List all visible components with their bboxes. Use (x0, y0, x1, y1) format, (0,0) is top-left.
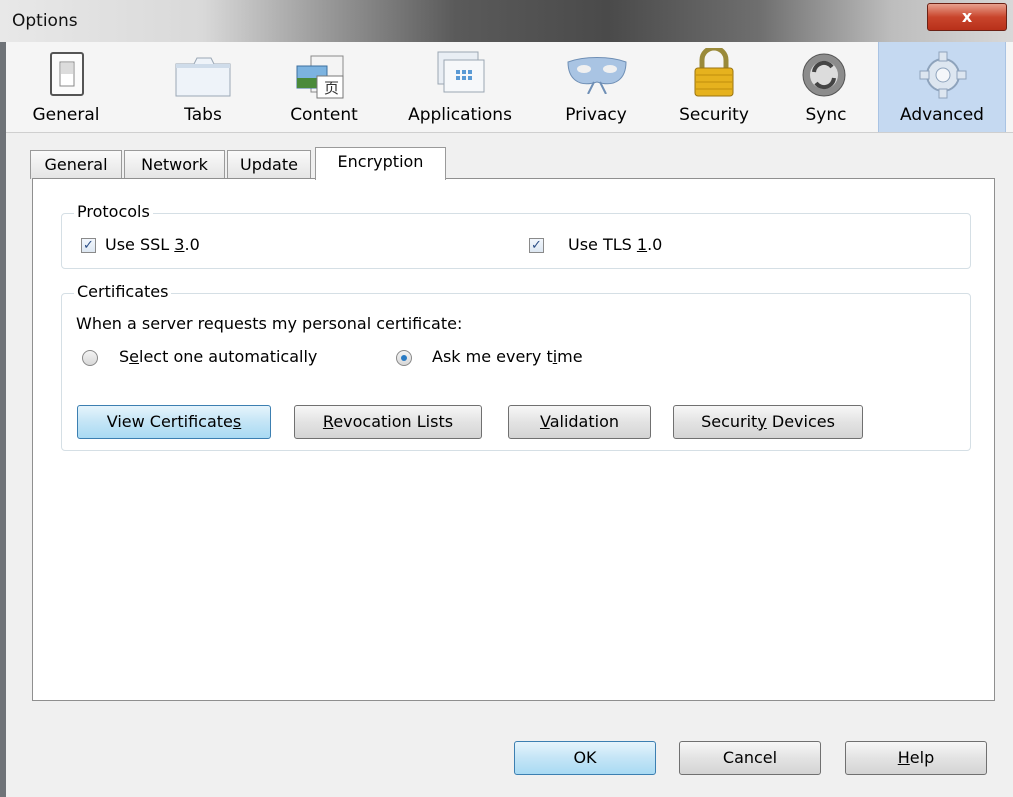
certificates-title: Certificates (74, 282, 172, 301)
devices-label-text: Securit (701, 412, 758, 431)
help-accesskey: H (897, 748, 910, 767)
window-title: Options (12, 11, 78, 31)
revocation-lists-button[interactable]: Revocation Lists (294, 405, 482, 439)
ok-button[interactable]: OK (514, 741, 656, 775)
gear-icon (917, 50, 969, 104)
tabs-icon (174, 56, 232, 102)
sync-icon (800, 52, 848, 102)
pane-label: Advanced (900, 105, 984, 125)
ask-every-time-label[interactable]: Ask me every time (432, 347, 583, 366)
validation-accesskey: V (539, 412, 550, 431)
validation-button[interactable]: Validation (508, 405, 651, 439)
ask-label-text: Ask me every t (432, 347, 553, 366)
pane-privacy[interactable]: Privacy (546, 42, 646, 132)
select-automatically-radio[interactable] (82, 350, 98, 366)
pane-label: Content (290, 105, 358, 125)
tls-label-suffix: .0 (647, 235, 663, 254)
pane-label: Applications (408, 105, 512, 125)
validation-label-text: alidation (549, 412, 619, 431)
tab-network[interactable]: Network (124, 150, 225, 179)
ssl-label[interactable]: Use SSL 3.0 (105, 235, 200, 254)
options-window: Options x General Tabs 页 Content Applica… (0, 0, 1013, 797)
tls-checkbox[interactable]: ✓ (529, 238, 544, 253)
pane-label: Tabs (184, 105, 222, 125)
tab-encryption[interactable]: Encryption (315, 147, 446, 180)
view-accesskey: s (232, 412, 242, 431)
lock-icon (692, 45, 736, 102)
revocation-label-text: evocation Lists (333, 412, 454, 431)
security-devices-button[interactable]: Security Devices (673, 405, 863, 439)
tls-label-text: Use TLS (568, 235, 637, 254)
preferences-toolbar: General Tabs 页 Content Applications Priv… (6, 42, 1013, 132)
help-button[interactable]: Help (845, 741, 987, 775)
tls-label[interactable]: Use TLS 1.0 (568, 235, 662, 254)
applications-icon (434, 50, 490, 102)
ssl-label-text: Use SSL (105, 235, 175, 254)
devices-label-suffix: Devices (766, 412, 835, 431)
pane-security[interactable]: Security (662, 42, 766, 132)
pane-label: Sync (805, 105, 847, 125)
pane-label: General (32, 105, 100, 125)
pane-general[interactable]: General (6, 42, 126, 132)
svg-text:页: 页 (324, 79, 339, 97)
devices-accesskey: y (757, 412, 767, 431)
pane-content[interactable]: 页 Content (268, 42, 380, 132)
certificates-group: Certificates When a server requests my p… (61, 282, 971, 451)
revocation-accesskey: R (322, 412, 334, 431)
view-certificates-button[interactable]: View Certificates (77, 405, 271, 439)
pane-sync[interactable]: Sync (776, 42, 876, 132)
window-frame-edge (0, 42, 6, 797)
help-label-text: elp (909, 748, 935, 767)
encryption-panel: Protocols ✓ Use SSL 3.0 ✓ Use TLS 1.0 Ce… (32, 178, 995, 701)
title-bar[interactable]: Options x (0, 0, 1013, 42)
pane-advanced[interactable]: Advanced (878, 42, 1006, 132)
switch-icon (50, 52, 84, 100)
certificate-prompt: When a server requests my personal certi… (76, 314, 463, 333)
mask-icon (564, 54, 630, 98)
pane-label: Privacy (565, 105, 627, 125)
close-button[interactable]: x (927, 3, 1007, 31)
ssl-checkbox[interactable]: ✓ (81, 238, 96, 253)
pane-label: Security (679, 105, 749, 125)
protocols-title: Protocols (74, 202, 153, 221)
ask-label-suffix: me (557, 347, 583, 366)
ask-every-time-radio[interactable] (396, 350, 412, 366)
auto-accesskey: e (129, 347, 139, 366)
tls-accesskey: 1 (636, 235, 648, 254)
auto-label-text: S (119, 347, 130, 366)
select-automatically-label[interactable]: Select one automatically (119, 347, 317, 366)
content-icon: 页 (293, 54, 353, 104)
pane-applications[interactable]: Applications (390, 42, 530, 132)
view-label-text: View Certificate (106, 412, 233, 431)
toolbar-divider (6, 132, 1013, 133)
ssl-accesskey: 3 (174, 235, 185, 254)
ssl-label-suffix: .0 (184, 235, 200, 254)
pane-tabs[interactable]: Tabs (158, 42, 248, 132)
protocols-group: Protocols ✓ Use SSL 3.0 ✓ Use TLS 1.0 (61, 202, 971, 269)
tab-update[interactable]: Update (227, 150, 311, 179)
cancel-button[interactable]: Cancel (679, 741, 821, 775)
auto-label-suffix: lect one automatically (139, 347, 318, 366)
tab-general[interactable]: General (30, 150, 122, 179)
